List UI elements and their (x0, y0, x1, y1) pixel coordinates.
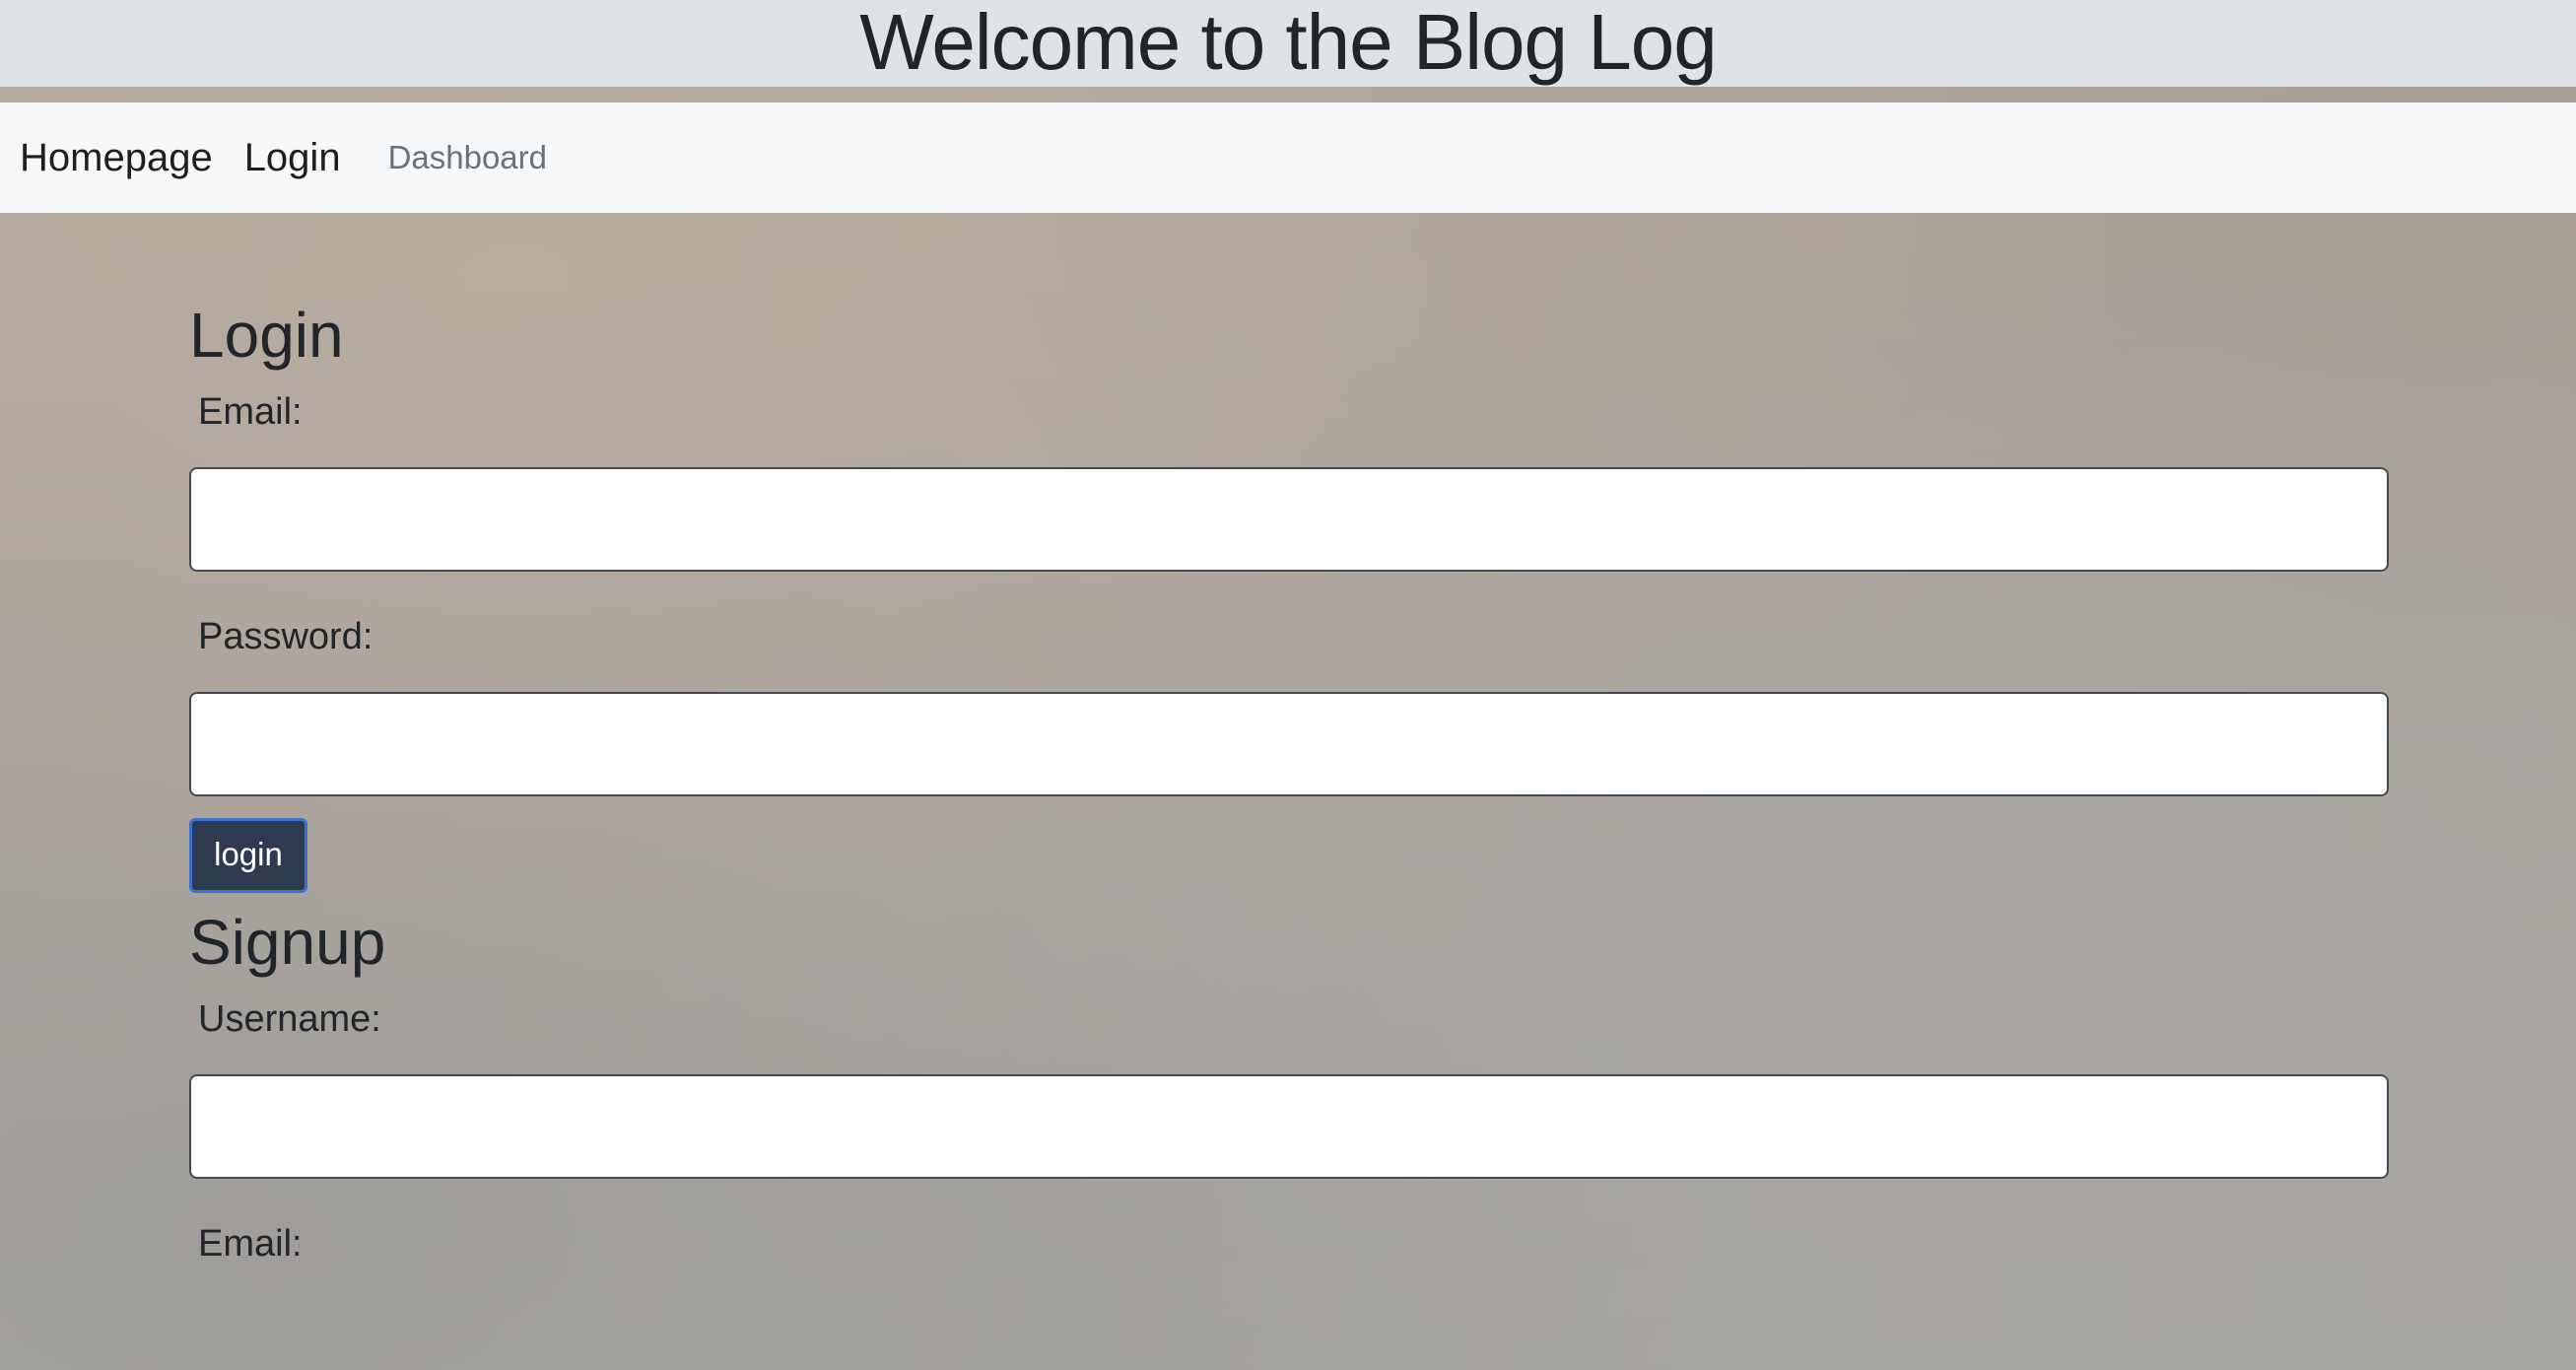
main-content: Login Email: Password: login Signup User… (189, 296, 2389, 1266)
page-title: Welcome to the Blog Log (859, 0, 1717, 86)
login-password-input[interactable] (189, 692, 2389, 796)
login-form: Login Email: Password: login (189, 296, 2389, 893)
signup-username-label: Username: (198, 998, 381, 1040)
signup-email-label: Email: (198, 1223, 303, 1265)
signup-heading: Signup (189, 907, 386, 978)
nav-link-dashboard[interactable]: Dashboard (388, 139, 547, 176)
login-heading: Login (189, 300, 344, 371)
page-header: Welcome to the Blog Log (0, 0, 2576, 87)
signup-form: Signup Username: Email: (189, 903, 2389, 1266)
nav-link-login[interactable]: Login (244, 136, 341, 180)
login-email-input[interactable] (189, 467, 2389, 572)
signup-username-input[interactable] (189, 1074, 2389, 1179)
login-password-label: Password: (198, 616, 373, 657)
nav-link-homepage[interactable]: Homepage (20, 136, 213, 180)
login-button[interactable]: login (189, 818, 307, 893)
login-email-label: Email: (198, 391, 303, 433)
navbar: Homepage Login Dashboard (0, 103, 2576, 213)
